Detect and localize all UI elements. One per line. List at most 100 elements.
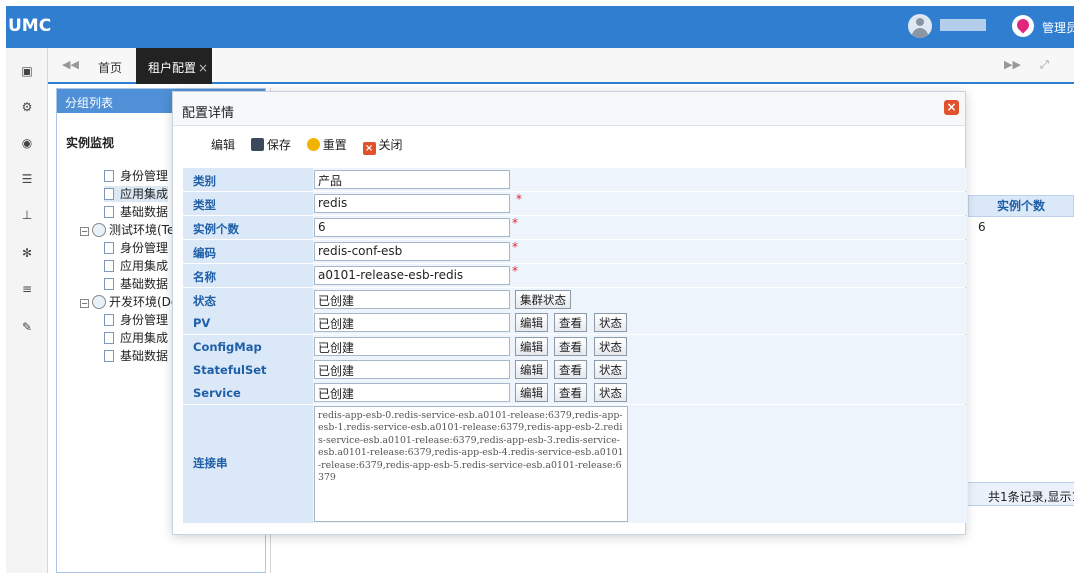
type-input[interactable]: redis	[314, 194, 510, 213]
tab-next-icon[interactable]: ▶▶	[1004, 58, 1021, 71]
tree-item[interactable]: 基础数据	[104, 276, 168, 292]
service-state-button[interactable]: 状态	[594, 383, 627, 402]
category-input[interactable]: 产品	[314, 170, 510, 189]
field-instance-count: 实例个数 6 *	[183, 216, 967, 239]
pv-state-button[interactable]: 状态	[594, 313, 627, 332]
tree-item[interactable]: 身份管理	[104, 240, 168, 256]
cog-icon[interactable]: ✻	[17, 244, 37, 262]
field-category: 类别 产品	[183, 168, 967, 191]
admin-label[interactable]: 管理员	[1042, 19, 1074, 36]
configmap-input[interactable]: 已创建	[314, 337, 510, 356]
fullscreen-icon[interactable]: ⤢	[1040, 58, 1049, 72]
required-mark: *	[512, 264, 518, 278]
tree-item[interactable]: 身份管理	[104, 168, 168, 184]
field-name: 名称 a0101-release-esb-redis *	[183, 264, 967, 287]
status-input[interactable]: 已创建	[314, 290, 510, 309]
menu-icon[interactable]: ≡	[17, 280, 37, 298]
tab-close-icon[interactable]: ×	[198, 61, 208, 75]
config-detail-dialog: 配置详情 × 编辑 保存 重置 × 关闭 类别 产品 类型 redis * 实例个数…	[172, 91, 967, 535]
tab-home[interactable]: 首页	[98, 59, 122, 76]
close-icon: ×	[362, 142, 376, 155]
pv-view-button[interactable]: 查看	[554, 313, 587, 332]
field-label: 实例个数	[183, 216, 313, 239]
service-view-button[interactable]: 查看	[554, 383, 587, 402]
statefulset-input[interactable]: 已创建	[314, 360, 510, 379]
user-avatar-icon[interactable]	[908, 14, 932, 38]
tree-item[interactable]: 应用集成	[104, 330, 168, 346]
tab-tenant-config-label: 租户配置	[148, 61, 197, 75]
user-name-redacted[interactable]	[940, 19, 986, 31]
required-mark: *	[516, 192, 522, 206]
field-label: 状态	[183, 288, 313, 311]
field-label: StatefulSet	[183, 358, 313, 381]
sitemap-icon[interactable]: ⊥	[17, 206, 37, 224]
required-mark: *	[512, 240, 518, 254]
dialog-close-icon[interactable]: ×	[944, 100, 959, 115]
field-status: 状态 已创建 集群状态	[183, 288, 967, 311]
field-label: PV	[183, 311, 313, 334]
field-configmap: ConfigMap 已创建 编辑 查看 状态	[183, 335, 967, 358]
instance-monitor-label[interactable]: 实例监视	[66, 134, 114, 151]
pv-input[interactable]: 已创建	[314, 313, 510, 332]
cluster-status-button[interactable]: 集群状态	[515, 290, 571, 309]
field-service: Service 已创建 编辑 查看 状态	[183, 381, 967, 404]
connection-string-textarea[interactable]: redis-app-esb-0.redis-service-esb.a0101-…	[314, 406, 628, 522]
server-icon[interactable]: ☰	[17, 170, 37, 188]
tab-bar: ◀◀ 首页 租户配置 × ▶▶ ⤢	[48, 48, 1074, 84]
close-button[interactable]: × 关闭	[362, 136, 403, 155]
field-code: 编码 redis-conf-esb *	[183, 240, 967, 263]
field-statefulset: StatefulSet 已创建 编辑 查看 状态	[183, 358, 967, 381]
instance-count-input[interactable]: 6	[314, 218, 510, 237]
reset-button[interactable]: 重置	[306, 136, 347, 153]
configmap-view-button[interactable]: 查看	[554, 337, 587, 356]
field-label: Service	[183, 381, 313, 404]
top-bar: UMC 管理员	[6, 6, 1074, 48]
field-label: 类别	[183, 168, 313, 191]
save-button[interactable]: 保存	[250, 136, 291, 153]
grid-cell[interactable]: 6	[978, 220, 986, 234]
gears-icon[interactable]: ⚙	[17, 98, 37, 116]
tree-group[interactable]: − 测试环境(Te	[80, 222, 174, 238]
field-connection-string: 连接串 redis-app-esb-0.redis-service-esb.a0…	[183, 405, 967, 523]
tree-item[interactable]: 应用集成	[104, 186, 169, 202]
configmap-state-button[interactable]: 状态	[594, 337, 627, 356]
field-pv: PV 已创建 编辑 查看 状态	[183, 311, 967, 334]
reset-icon	[306, 138, 320, 151]
tree-group[interactable]: − 开发环境(De	[80, 294, 178, 310]
dialog-title: 配置详情	[173, 92, 965, 126]
statefulset-state-button[interactable]: 状态	[594, 360, 627, 379]
edit-button[interactable]: 编辑	[211, 136, 235, 153]
field-label: 连接串	[183, 405, 313, 523]
tab-tenant-config[interactable]: 租户配置 ×	[136, 48, 212, 84]
app-frame: UMC 管理员 ▣ ⚙ ◉ ☰ ⊥ ✻ ≡ ✎ ◀◀ 首页 租户配置 × ▶▶ ⤢…	[6, 6, 1074, 573]
tree-item[interactable]: 应用集成	[104, 258, 168, 274]
field-label: 名称	[183, 264, 313, 287]
field-label: 类型	[183, 192, 313, 215]
code-input[interactable]: redis-conf-esb	[314, 242, 510, 261]
statefulset-edit-button[interactable]: 编辑	[515, 360, 548, 379]
statefulset-view-button[interactable]: 查看	[554, 360, 587, 379]
icon-rail: ▣ ⚙ ◉ ☰ ⊥ ✻ ≡ ✎	[6, 48, 48, 573]
field-label: ConfigMap	[183, 335, 313, 358]
id-card-icon[interactable]: ▣	[17, 62, 37, 80]
field-label: 编码	[183, 240, 313, 263]
service-edit-button[interactable]: 编辑	[515, 383, 548, 402]
field-type: 类型 redis *	[183, 192, 967, 215]
tree-item[interactable]: 身份管理	[104, 312, 168, 328]
tree-item[interactable]: 基础数据	[104, 204, 168, 220]
wrench-icon[interactable]: ✎	[17, 318, 37, 336]
save-icon	[250, 138, 264, 151]
name-input[interactable]: a0101-release-esb-redis	[314, 266, 510, 285]
required-mark: *	[512, 216, 518, 230]
grid-column-header[interactable]: 实例个数	[968, 195, 1074, 217]
grid-pager: 共1条记录,显示1到	[968, 482, 1074, 506]
dialog-toolbar: 编辑 保存 重置 × 关闭	[173, 126, 965, 162]
app-logo: UMC	[8, 16, 52, 36]
pv-edit-button[interactable]: 编辑	[515, 313, 548, 332]
service-input[interactable]: 已创建	[314, 383, 510, 402]
configmap-edit-button[interactable]: 编辑	[515, 337, 548, 356]
tree-item[interactable]: 基础数据	[104, 348, 168, 364]
tab-prev-icon[interactable]: ◀◀	[62, 58, 79, 71]
admin-location-icon[interactable]	[1012, 15, 1034, 37]
eye-icon[interactable]: ◉	[17, 134, 37, 152]
